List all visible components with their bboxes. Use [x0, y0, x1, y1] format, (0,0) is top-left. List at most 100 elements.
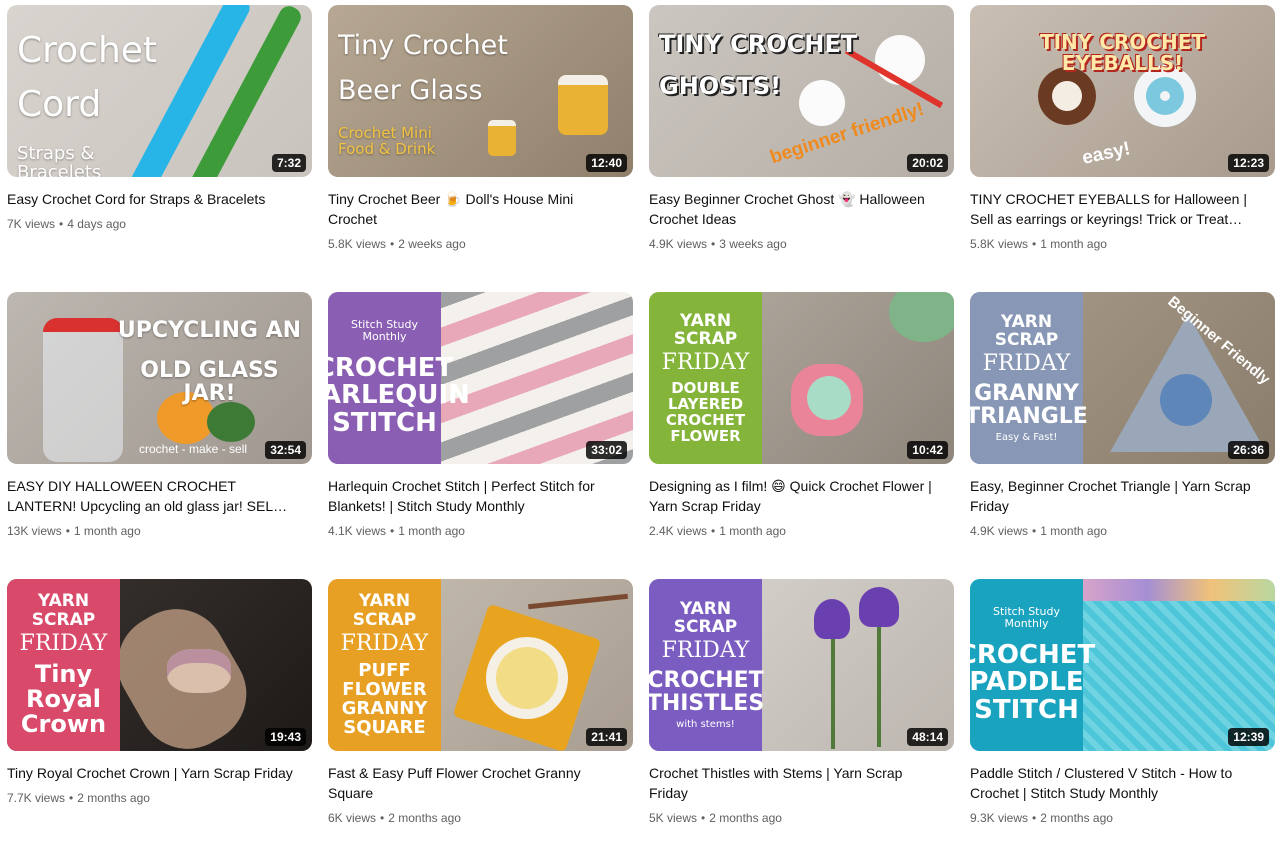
video-title[interactable]: Easy Crochet Cord for Straps & Bracelets	[7, 189, 312, 209]
thumbnail-art	[1083, 579, 1275, 601]
thumbnail-art	[877, 627, 881, 747]
video-thumbnail[interactable]: YARN SCRAP FRIDAY Tiny Royal Crown 19:43	[7, 579, 312, 751]
view-count: 5.8K views	[970, 237, 1029, 251]
upload-age: 4 days ago	[67, 217, 126, 231]
video-thumbnail[interactable]: TINY CROCHET EYEBALLS! easy! 12:23	[970, 5, 1275, 177]
video-card[interactable]: Stitch Study Monthly CROCHET HARLEQUIN S…	[328, 292, 633, 579]
panel-small-label: Easy & Fast!	[995, 432, 1058, 444]
thumbnail-title-line: OLD GLASS JAR!	[140, 357, 279, 406]
video-thumbnail[interactable]: Crochet Cord Straps & Bracelets 7:32	[7, 5, 312, 177]
thumbnail-art	[859, 587, 899, 627]
panel-main-label: CROCHET HARLEQUIN STITCH	[328, 353, 470, 438]
view-count: 4.1K views	[328, 524, 387, 538]
video-title[interactable]: Easy Beginner Crochet Ghost 👻 Halloween …	[649, 189, 954, 229]
panel-script-label: FRIDAY	[19, 630, 108, 656]
view-count: 4.9K views	[649, 237, 708, 251]
video-card[interactable]: YARN SCRAP FRIDAY Tiny Royal Crown 19:43…	[7, 579, 312, 866]
video-meta: 5.8K views • 2 weeks ago	[328, 237, 466, 251]
panel-main-label: PUFF FLOWER GRANNY SQUARE	[341, 660, 428, 738]
thumbnail-art	[814, 599, 850, 639]
video-thumbnail[interactable]: Stitch Study Monthly CROCHET HARLEQUIN S…	[328, 292, 633, 464]
video-title[interactable]: Tiny Royal Crochet Crown | Yarn Scrap Fr…	[7, 763, 312, 783]
video-thumbnail[interactable]: Stitch Study Monthly CROCHET PADDLE STIT…	[970, 579, 1275, 751]
video-thumbnail[interactable]: Tiny Crochet Beer Glass Crochet Mini Foo…	[328, 5, 633, 177]
duration-badge: 19:43	[265, 728, 306, 746]
video-title[interactable]: TINY CROCHET EYEBALLS for Halloween | Se…	[970, 189, 1275, 229]
thumbnail-art	[99, 590, 265, 751]
panel-top-label: YARN SCRAP	[673, 598, 738, 638]
video-card[interactable]: Crochet Cord Straps & Bracelets 7:32 Eas…	[7, 5, 312, 292]
video-card[interactable]: YARN SCRAP FRIDAY PUFF FLOWER GRANNY SQU…	[328, 579, 633, 866]
video-thumbnail[interactable]: YARN SCRAP FRIDAY CROCHET THISTLES with …	[649, 579, 954, 751]
upload-age: 2 months ago	[77, 791, 150, 805]
video-card[interactable]: UPCYCLING AN OLD GLASS JAR! crochet - ma…	[7, 292, 312, 579]
thumbnail-subtitle: Straps & Bracelets	[17, 142, 102, 177]
thumbnail-title-line: UPCYCLING AN	[117, 317, 302, 343]
video-title[interactable]: Designing as I film! 😄 Quick Crochet Flo…	[649, 476, 954, 516]
duration-badge: 12:23	[1228, 154, 1269, 172]
panel-top-label: YARN SCRAP	[31, 591, 96, 631]
view-count: 2.4K views	[649, 524, 708, 538]
video-grid: Crochet Cord Straps & Bracelets 7:32 Eas…	[7, 5, 1275, 866]
video-meta: 5.8K views • 1 month ago	[970, 237, 1107, 251]
thumbnail-title-line: Tiny Crochet	[338, 29, 508, 61]
duration-badge: 48:14	[907, 728, 948, 746]
video-meta: 9.3K views • 2 months ago	[970, 811, 1113, 825]
video-card[interactable]: TINY CROCHET GHOSTS! beginner friendly! …	[649, 5, 954, 292]
video-thumbnail[interactable]: YARN SCRAP FRIDAY PUFF FLOWER GRANNY SQU…	[328, 579, 633, 751]
upload-age: 1 month ago	[1040, 237, 1107, 251]
video-title[interactable]: Tiny Crochet Beer 🍺 Doll's House Mini Cr…	[328, 189, 633, 229]
thumbnail-panel: YARN SCRAP FRIDAY Tiny Royal Crown	[7, 579, 120, 751]
duration-badge: 32:54	[265, 441, 306, 459]
video-card[interactable]: TINY CROCHET EYEBALLS! easy! 12:23 TINY …	[970, 5, 1275, 292]
upload-age: 2 months ago	[388, 811, 461, 825]
video-card[interactable]: YARN SCRAP FRIDAY DOUBLE LAYERED CROCHET…	[649, 292, 954, 579]
duration-badge: 12:39	[1228, 728, 1269, 746]
view-count: 4.9K views	[970, 524, 1029, 538]
view-count: 5K views	[649, 811, 698, 825]
video-title[interactable]: Harlequin Crochet Stitch | Perfect Stitc…	[328, 476, 633, 516]
video-card[interactable]: YARN SCRAP FRIDAY CROCHET THISTLES with …	[649, 579, 954, 866]
video-title[interactable]: Paddle Stitch / Clustered V Stitch - How…	[970, 763, 1275, 803]
thumbnail-title-line: Beer Glass	[338, 74, 483, 106]
video-title[interactable]: EASY DIY HALLOWEEN CROCHET LANTERN! Upcy…	[7, 476, 312, 516]
video-meta: 5K views • 2 months ago	[649, 811, 782, 825]
thumbnail-art	[43, 318, 123, 462]
video-card[interactable]: YARN SCRAP FRIDAY GRANNY TRIANGLE Easy &…	[970, 292, 1275, 579]
video-title[interactable]: Crochet Thistles with Stems | Yarn Scrap…	[649, 763, 954, 803]
upload-age: 2 months ago	[709, 811, 782, 825]
video-title[interactable]: Easy, Beginner Crochet Triangle | Yarn S…	[970, 476, 1275, 516]
video-thumbnail[interactable]: YARN SCRAP FRIDAY GRANNY TRIANGLE Easy &…	[970, 292, 1275, 464]
view-count: 7.7K views	[7, 791, 66, 805]
video-meta: 7K views • 4 days ago	[7, 217, 126, 231]
panel-script-label: FRIDAY	[661, 638, 750, 663]
video-meta: 4.9K views • 3 weeks ago	[649, 237, 787, 251]
thumbnail-title-line: TINY CROCHET	[659, 29, 858, 58]
panel-top-label: Stitch Study Monthly	[351, 317, 418, 344]
thumbnail-art	[807, 376, 851, 420]
upload-age: 1 month ago	[719, 524, 786, 538]
thumbnail-art	[889, 292, 954, 342]
view-count: 7K views	[7, 217, 56, 231]
view-count: 5.8K views	[328, 237, 387, 251]
panel-script-label: FRIDAY	[340, 630, 429, 656]
panel-top-label: YARN SCRAP	[994, 311, 1059, 351]
panel-main-label: CROCHET THISTLES	[649, 668, 765, 717]
upload-age: 3 weeks ago	[719, 237, 787, 251]
thumbnail-panel: YARN SCRAP FRIDAY GRANNY TRIANGLE Easy &…	[970, 292, 1088, 464]
video-title[interactable]: Fast & Easy Puff Flower Crochet Granny S…	[328, 763, 633, 803]
video-card[interactable]: Tiny Crochet Beer Glass Crochet Mini Foo…	[328, 5, 633, 292]
video-meta: 6K views • 2 months ago	[328, 811, 461, 825]
thumbnail-title-line: GHOSTS!	[659, 71, 782, 100]
thumbnail-title-line: Cord	[17, 84, 102, 126]
panel-main-label: GRANNY TRIANGLE	[970, 381, 1088, 430]
panel-small-label: with stems!	[676, 719, 735, 731]
video-card[interactable]: Stitch Study Monthly CROCHET PADDLE STIT…	[970, 579, 1275, 866]
video-thumbnail[interactable]: UPCYCLING AN OLD GLASS JAR! crochet - ma…	[7, 292, 312, 464]
video-thumbnail[interactable]: YARN SCRAP FRIDAY DOUBLE LAYERED CROCHET…	[649, 292, 954, 464]
video-thumbnail[interactable]: TINY CROCHET GHOSTS! beginner friendly! …	[649, 5, 954, 177]
video-meta: 13K views • 1 month ago	[7, 524, 141, 538]
upload-age: 1 month ago	[398, 524, 465, 538]
thumbnail-subtitle: crochet - make - sell	[139, 442, 248, 456]
duration-badge: 26:36	[1228, 441, 1269, 459]
